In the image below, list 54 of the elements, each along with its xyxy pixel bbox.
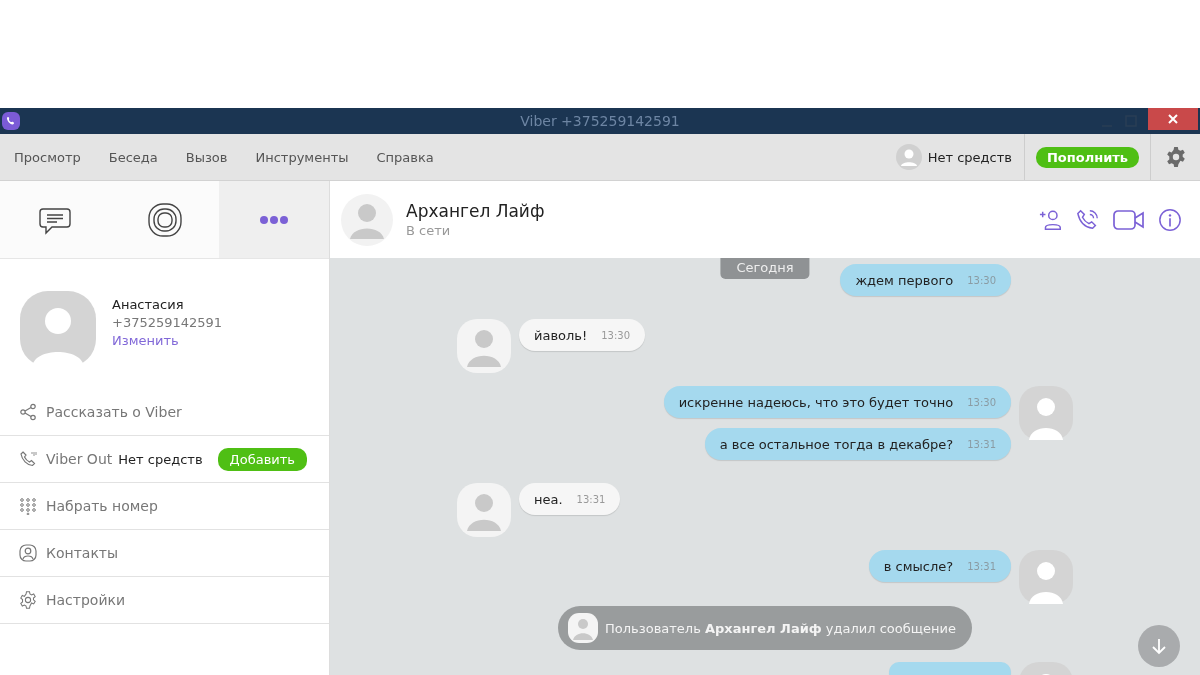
topup-button[interactable]: Пополнить bbox=[1035, 146, 1139, 168]
share-icon bbox=[19, 403, 37, 421]
message-time: 13:31 bbox=[967, 560, 996, 572]
message-text: а все остальное тогда в декабре? bbox=[719, 436, 954, 452]
phone-icon[interactable] bbox=[1076, 207, 1100, 232]
settings-icon bbox=[19, 591, 37, 609]
message-time: 13:30 bbox=[601, 329, 631, 341]
add-button[interactable]: Добавить bbox=[217, 447, 307, 471]
menu-item[interactable]: Справка bbox=[376, 149, 434, 165]
viber-logo-icon bbox=[1, 111, 21, 131]
chats-tab[interactable] bbox=[0, 181, 110, 258]
menu-item[interactable]: Viber Out bbox=[46, 451, 113, 467]
message-text: неа. bbox=[534, 491, 563, 507]
date-separator: Сегодня bbox=[720, 258, 810, 279]
concentric-squares-icon bbox=[146, 201, 183, 238]
window-title: Viber +375259142591 bbox=[520, 113, 680, 129]
edit-link[interactable]: Изменить bbox=[112, 332, 223, 348]
close-icon bbox=[1167, 113, 1179, 125]
menu-item[interactable]: Набрать номер bbox=[46, 498, 158, 514]
phone-icon bbox=[19, 450, 37, 468]
menu-item[interactable]: Беседа bbox=[108, 149, 158, 165]
contact-status: В сети bbox=[406, 223, 452, 238]
arrow-down-icon bbox=[1149, 636, 1169, 656]
settings-icon[interactable] bbox=[1165, 146, 1187, 168]
menu-item[interactable]: Вызов bbox=[185, 149, 228, 165]
balance-text: Нет средств bbox=[118, 451, 203, 467]
message-text: искренне надеюсь, что это будет точно bbox=[678, 394, 954, 410]
phone-number: +375259142591 bbox=[112, 314, 223, 330]
message-time: 13:31 bbox=[576, 493, 606, 505]
message-time: 13:30 bbox=[967, 396, 996, 408]
system-message-text: Пользователь Архангел Лайф удалил сообщение bbox=[605, 620, 956, 636]
avatar-icon bbox=[895, 144, 922, 170]
profile-name: Анастасия bbox=[112, 296, 185, 312]
message-text: ждем первого bbox=[855, 272, 954, 288]
dialpad-icon bbox=[19, 497, 37, 515]
more-icon bbox=[259, 214, 290, 225]
contact-name: Архангел Лайф bbox=[406, 201, 545, 221]
menu-item[interactable]: Просмотр bbox=[14, 149, 81, 165]
avatar-icon bbox=[20, 291, 96, 367]
message-time: 13:31 bbox=[967, 438, 996, 450]
message-text: йаволь! bbox=[534, 327, 588, 343]
contacts-icon bbox=[19, 544, 37, 562]
close-button[interactable] bbox=[1148, 108, 1198, 130]
info-icon[interactable] bbox=[1158, 207, 1182, 232]
video-camera-icon[interactable] bbox=[1113, 207, 1145, 232]
message-text: в смысле? bbox=[883, 558, 954, 574]
menu-item[interactable]: Настройки bbox=[46, 592, 126, 608]
avatar-icon bbox=[340, 192, 394, 247]
stories-tab[interactable] bbox=[109, 181, 220, 258]
menu-item[interactable]: Инструменты bbox=[255, 149, 349, 165]
menu-item[interactable]: Контакты bbox=[46, 545, 119, 561]
balance-text: Нет средств bbox=[927, 149, 1012, 165]
menu-item[interactable]: Рассказать о Viber bbox=[46, 404, 182, 420]
message-time: 13:30 bbox=[967, 274, 996, 286]
